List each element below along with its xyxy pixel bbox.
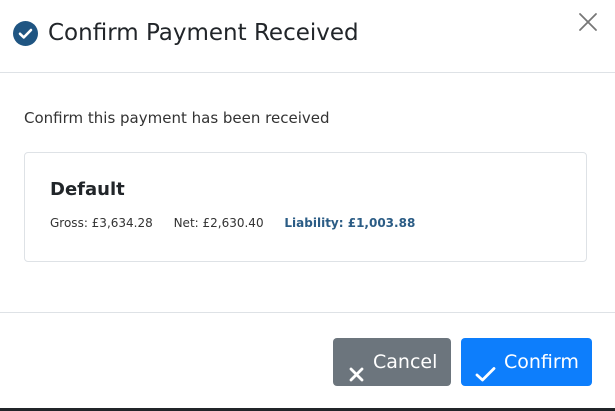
checkmark-icon [475, 353, 496, 401]
confirm-payment-dialog: Confirm Payment Received Confirm this pa… [0, 0, 615, 411]
gross-amount: Gross: £3,634.28 [50, 216, 153, 230]
liability-amount: Liability: £1,003.88 [284, 216, 416, 230]
cancel-button[interactable]: Cancel [333, 338, 451, 386]
dialog-message: Confirm this payment has been received [24, 109, 330, 127]
close-button[interactable] [575, 9, 601, 35]
x-icon [348, 353, 365, 401]
dialog-header: Confirm Payment Received [0, 0, 615, 73]
payment-figures: Gross: £3,634.28 Net: £2,630.40 Liabilit… [50, 215, 415, 232]
payment-card: Default Gross: £3,634.28 Net: £2,630.40 … [24, 152, 587, 262]
cancel-label: Cancel [373, 351, 438, 373]
confirm-button[interactable]: Confirm [461, 338, 592, 386]
dialog-footer: Cancel Confirm [0, 312, 615, 411]
check-circle-icon [13, 21, 38, 46]
payment-name: Default [50, 179, 125, 200]
dialog-title: Confirm Payment Received [48, 20, 359, 46]
net-amount: Net: £2,630.40 [173, 216, 264, 230]
confirm-label: Confirm [504, 351, 579, 373]
